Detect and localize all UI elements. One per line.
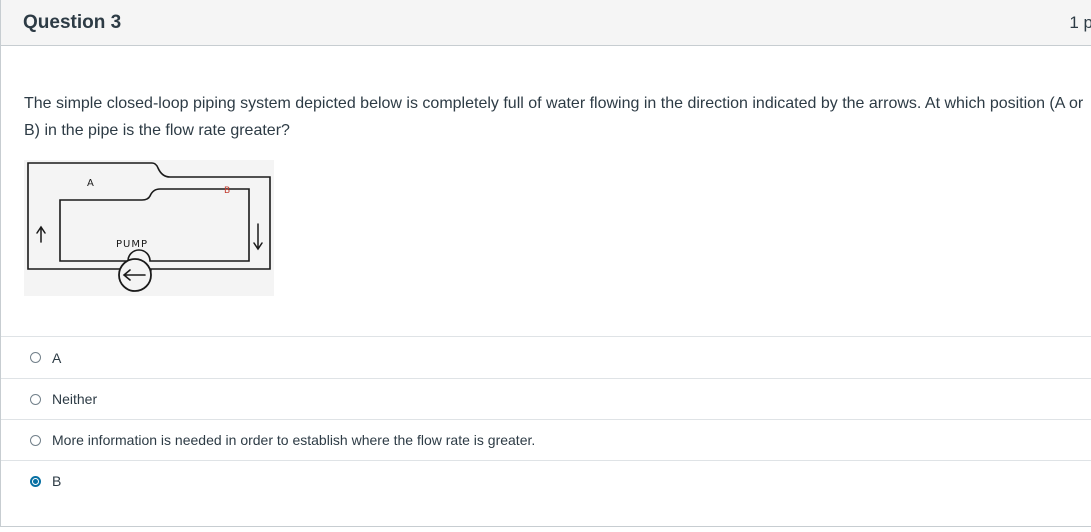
question-title: Question 3 [23,11,122,33]
answer-option-a[interactable]: A [1,336,1091,378]
question-points: 1 p [1069,12,1091,32]
radio-icon[interactable] [30,352,41,363]
answer-option-neither[interactable]: Neither [1,378,1091,419]
answer-option-more-info[interactable]: More information is needed in order to e… [1,419,1091,460]
question-card: Question 3 1 p The simple closed-loop pi… [0,0,1091,527]
label-a: A [87,178,95,189]
label-pump: PUMP [116,239,148,250]
answer-label: More information is needed in order to e… [52,432,536,448]
radio-selected-icon[interactable] [30,475,41,487]
radio-icon[interactable] [30,393,41,405]
answer-option-b[interactable]: B [1,460,1091,501]
piping-diagram: A B PUMP [24,160,274,296]
question-text: The simple closed-loop piping system dep… [24,95,1084,139]
answer-label: Neither [52,391,98,407]
radio-icon[interactable] [30,434,41,446]
question-header: Question 3 1 p [1,0,1091,46]
answer-label: B [52,473,62,489]
answer-label: A [52,349,62,366]
answer-list: A Neither More information is needed in … [1,336,1091,501]
label-b: B [224,186,231,196]
